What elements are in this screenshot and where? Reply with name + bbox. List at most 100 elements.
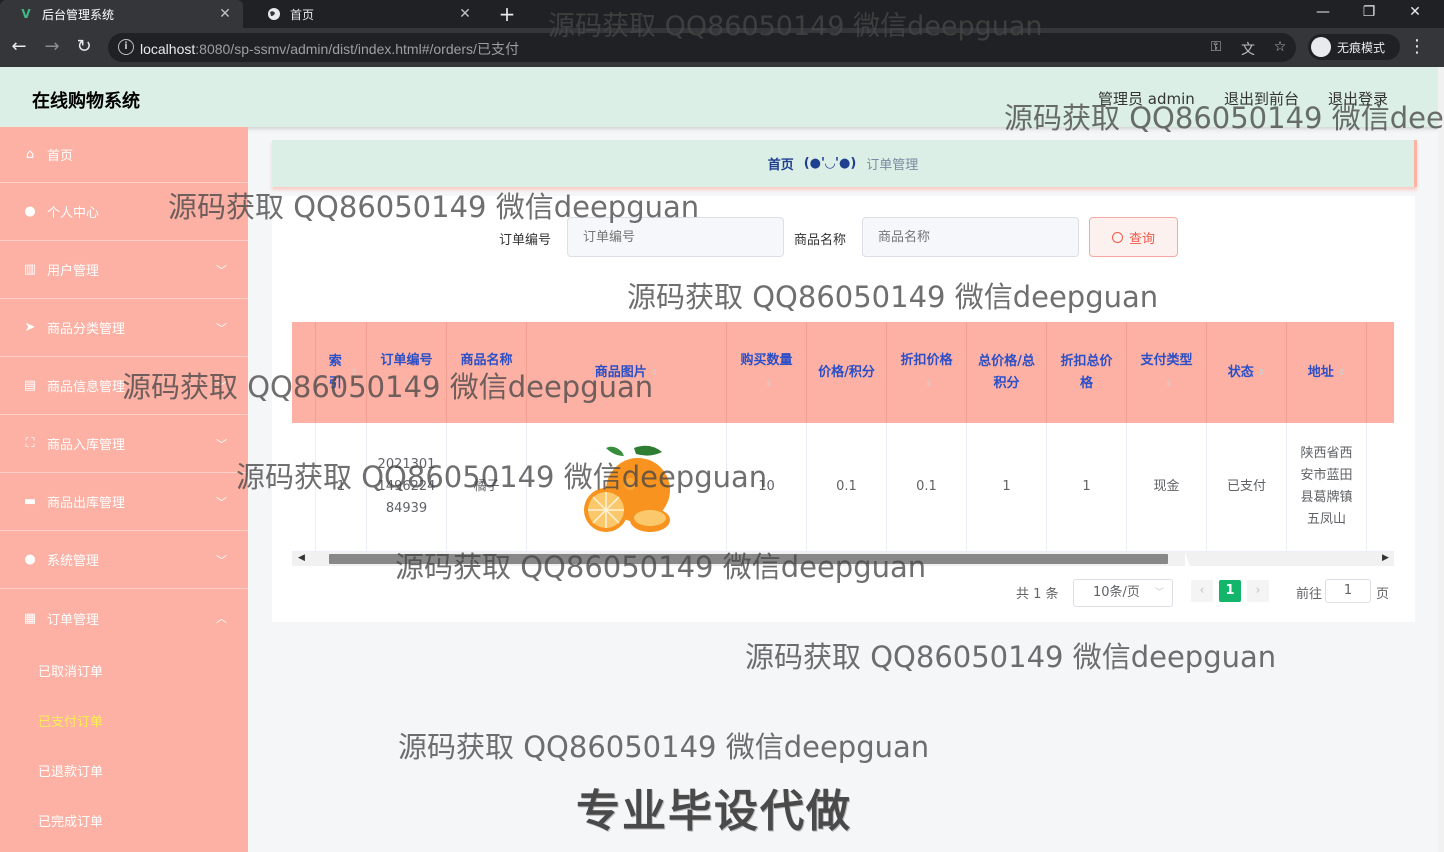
watermark-text: 源码获取 QQ86050149 微信deepguan <box>168 190 700 224</box>
watermark-text: 源码获取 QQ86050149 微信deepguan <box>548 11 1043 42</box>
close-tab-icon[interactable]: ✕ <box>457 6 473 22</box>
goto-suffix: 页 <box>1376 587 1390 602</box>
cell-extra <box>1367 423 1394 552</box>
sidebar-sub-paid[interactable]: 已支付订单 <box>38 711 103 730</box>
back-icon[interactable]: ← <box>8 36 30 58</box>
watermark-text: 源码获取 QQ86050149 微信deepguan <box>745 640 1277 674</box>
watermark-text: 源码获取 QQ86050149 微信deepguan <box>395 550 927 584</box>
goto-prefix: 前往 <box>1296 587 1323 602</box>
goto-page-input[interactable]: 1 <box>1325 579 1371 603</box>
watermark-text: 源码获取 QQ86050149 微信deepguan <box>627 280 1159 314</box>
column-header-address[interactable]: 地址 ⇕ <box>1287 322 1367 423</box>
menu-icon[interactable]: ⋮ <box>1408 36 1426 57</box>
product-name-input[interactable] <box>862 217 1079 257</box>
mouse-cursor-icon <box>1185 552 1191 570</box>
sidebar: ⌂ 首页 ● 个人中心 ▥ 用户管理 ﹀ ➤ 商品分类管理 ﹀ ▤ 商品信息管理… <box>0 127 248 852</box>
next-page-button[interactable]: › <box>1247 580 1269 602</box>
page-size-select[interactable]: 10条/页 ﹀ <box>1073 579 1173 607</box>
orders-table: 索引 ⇕ 订单编号 ⇕ 商品名称 ⇕ 商品图片 ⇕ 购买数量 ⇕ 价格/积分 折扣价格 ⇕ … <box>292 322 1394 552</box>
restore-button[interactable]: ❐ <box>1346 0 1392 28</box>
cell-status: 已支付 <box>1207 423 1287 552</box>
sidebar-sub-completed[interactable]: 已完成订单 <box>38 811 103 830</box>
user-icon: ● <box>24 552 36 567</box>
chevron-down-icon: ﹀ <box>1154 588 1164 598</box>
tab-title: 首页 <box>290 7 315 22</box>
page-scrollbar[interactable] <box>1438 67 1444 852</box>
briefcase-icon: ▬ <box>23 494 37 509</box>
send-icon: ➤ <box>24 320 36 335</box>
sidebar-sub-cancelled[interactable]: 已取消订单 <box>38 661 103 680</box>
forward-icon[interactable]: → <box>41 36 63 58</box>
product-name-label: 商品名称 <box>794 233 847 248</box>
sidebar-item-system[interactable]: ● 系统管理 ﹀ <box>0 531 248 589</box>
tab-title: 后台管理系统 <box>42 7 115 22</box>
user-icon: ● <box>24 204 36 219</box>
watermark-banner: 专业毕设代做 <box>576 786 852 837</box>
cell-discount-total: 1 <box>1047 423 1127 552</box>
column-header-total[interactable]: 总价格/总积分 <box>967 322 1047 423</box>
cell-discount-price: 0.1 <box>887 423 967 552</box>
breadcrumb-separator: (●'◡'●) <box>803 156 857 171</box>
chevron-down-icon: ﹀ <box>216 321 227 335</box>
close-tab-icon[interactable]: ✕ <box>217 6 233 22</box>
scroll-right-arrow-icon[interactable]: ▶ <box>1382 553 1389 563</box>
breadcrumb-home[interactable]: 首页 <box>768 154 794 173</box>
page-number-1[interactable]: 1 <box>1219 580 1241 602</box>
home-icon: ⌂ <box>25 147 35 162</box>
column-header-discount-price[interactable]: 折扣价格 ⇕ <box>887 322 967 423</box>
column-header-status[interactable]: 状态 ⇕ <box>1207 322 1287 423</box>
info-icon[interactable]: i <box>118 39 134 55</box>
key-icon[interactable]: ⚿ <box>1207 39 1225 55</box>
star-icon[interactable]: ☆ <box>1271 39 1289 55</box>
column-header-quantity[interactable]: 购买数量 ⇕ <box>727 322 807 423</box>
chevron-down-icon: ﹀ <box>216 437 227 451</box>
scroll-left-arrow-icon[interactable]: ◀ <box>298 553 305 563</box>
clipboard-icon: ▦ <box>23 610 37 626</box>
watermark-text: 源码获取 QQ86050149 微信deepguan <box>122 370 654 404</box>
globe-icon <box>266 6 282 22</box>
tab-admin[interactable]: V 后台管理系统 ✕ <box>0 0 243 28</box>
chevron-up-icon: ︿ <box>216 612 227 625</box>
chevron-down-icon: ﹀ <box>216 553 227 567</box>
incognito-badge[interactable]: 无痕模式 <box>1308 34 1400 60</box>
tab-home[interactable]: 首页 ✕ <box>248 0 483 28</box>
prev-page-button[interactable]: ‹ <box>1191 580 1213 602</box>
fullscreen-icon: ⛶ <box>25 436 35 451</box>
sidebar-item-category[interactable]: ➤ 商品分类管理 ﹀ <box>0 299 248 357</box>
sidebar-item-stock-in[interactable]: ⛶ 商品入库管理 ﹀ <box>0 415 248 473</box>
column-header-pay-type[interactable]: 支付类型 ⇕ <box>1127 322 1207 423</box>
column-header-extra <box>1367 322 1394 423</box>
chart-icon: ▤ <box>23 378 37 393</box>
cell-pay-type: 现金 <box>1127 423 1207 552</box>
column-header-price[interactable]: 价格/积分 <box>807 322 887 423</box>
cell-price: 0.1 <box>807 423 887 552</box>
bars-icon: ▥ <box>23 262 37 277</box>
app-title: 在线购物系统 <box>32 91 140 112</box>
vue-logo-icon: V <box>21 7 31 21</box>
watermark-text: 源码获取 QQ86050149 微信deepguan <box>1004 101 1444 135</box>
sidebar-item-stock-out[interactable]: ▬ 商品出库管理 ﹀ <box>0 473 248 531</box>
sidebar-item-users[interactable]: ▥ 用户管理 ﹀ <box>0 241 248 299</box>
order-no-label: 订单编号 <box>499 233 552 248</box>
cell-total: 1 <box>967 423 1047 552</box>
incognito-icon <box>1311 37 1331 57</box>
url-text[interactable]: localhost:8080/sp-ssmv/admin/dist/index.… <box>140 39 519 59</box>
column-header-discount-total[interactable]: 折扣总价格 <box>1047 322 1127 423</box>
watermark-text: 源码获取 QQ86050149 微信deepguan <box>398 730 930 764</box>
new-tab-button[interactable]: + <box>496 2 518 26</box>
reload-icon[interactable]: ↻ <box>73 36 95 58</box>
sidebar-item-home[interactable]: ⌂ 首页 <box>0 127 248 183</box>
close-window-button[interactable]: ✕ <box>1392 0 1438 28</box>
cell-address: 陕西省西安市蓝田县葛牌镇五凤山 <box>1287 423 1367 552</box>
watermark-text: 源码获取 QQ86050149 微信deepguan <box>236 460 768 494</box>
sidebar-item-orders[interactable]: ▦ 订单管理 ︿ <box>0 589 248 647</box>
breadcrumb-current: 订单管理 <box>866 158 919 173</box>
chevron-down-icon: ﹀ <box>216 263 227 277</box>
pagination-total: 共 1 条 <box>1016 587 1059 602</box>
breadcrumb: 首页 (●'◡'●) 订单管理 <box>272 140 1417 187</box>
sidebar-sub-refunded[interactable]: 已退款订单 <box>38 761 103 780</box>
minimize-button[interactable]: — <box>1300 0 1346 28</box>
search-icon <box>1111 231 1123 243</box>
query-button[interactable]: 查询 <box>1089 217 1178 257</box>
translate-icon[interactable]: 文 <box>1239 39 1257 59</box>
